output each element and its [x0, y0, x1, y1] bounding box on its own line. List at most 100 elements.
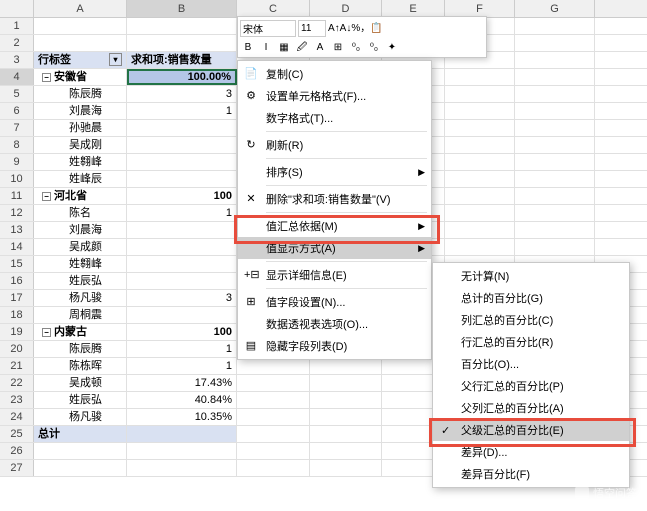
cell-empty[interactable]	[310, 409, 382, 425]
col-header-B[interactable]: B	[127, 0, 237, 17]
cell-empty[interactable]	[445, 205, 515, 221]
cell-b[interactable]: 40.84%	[127, 392, 237, 408]
cell-empty[interactable]	[515, 171, 595, 187]
toolbar-btn[interactable]: ▦	[276, 40, 292, 56]
row-header[interactable]: 9	[0, 154, 34, 170]
cell-a[interactable]	[34, 35, 127, 51]
cell-empty[interactable]	[445, 154, 515, 170]
cell-a[interactable]: 陈辰腾	[34, 341, 127, 357]
cell-empty[interactable]	[445, 188, 515, 204]
cell-b[interactable]: 100	[127, 324, 237, 340]
cell-empty[interactable]	[445, 103, 515, 119]
cell-empty[interactable]	[445, 120, 515, 136]
cell-empty[interactable]	[515, 205, 595, 221]
submenu-item[interactable]: 列汇总的百分比(C)	[433, 309, 629, 331]
cell-empty[interactable]	[237, 426, 310, 442]
cell-empty[interactable]	[310, 426, 382, 442]
cell-b[interactable]	[127, 273, 237, 289]
filter-dropdown-icon[interactable]: ▾	[109, 53, 122, 66]
menu-item[interactable]: 📄复制(C)	[238, 63, 431, 85]
cell-a[interactable]: 行标签▾	[34, 52, 127, 68]
row-header[interactable]: 8	[0, 137, 34, 153]
font-select[interactable]	[240, 20, 296, 37]
cell-a[interactable]: 杨凡骏	[34, 290, 127, 306]
row-header[interactable]: 25	[0, 426, 34, 442]
toolbar-btn[interactable]: 📋	[370, 23, 382, 34]
cell-b[interactable]	[127, 154, 237, 170]
cell-empty[interactable]	[445, 69, 515, 85]
cell-b[interactable]: 1	[127, 205, 237, 221]
cell-empty[interactable]	[515, 120, 595, 136]
submenu-item[interactable]: 父列汇总的百分比(A)	[433, 397, 629, 419]
cell-b[interactable]	[127, 426, 237, 442]
row-header[interactable]: 11	[0, 188, 34, 204]
cell-b[interactable]	[127, 171, 237, 187]
cell-a[interactable]: 吴成顿	[34, 375, 127, 391]
cell-b[interactable]: 100	[127, 188, 237, 204]
toolbar-btn[interactable]: 🖉	[294, 40, 310, 56]
cell-b[interactable]	[127, 120, 237, 136]
row-header[interactable]: 16	[0, 273, 34, 289]
submenu-item[interactable]: 差异百分比(F)	[433, 463, 629, 485]
cell-b[interactable]	[127, 137, 237, 153]
submenu-item[interactable]: 行汇总的百分比(R)	[433, 331, 629, 353]
toolbar-btn[interactable]: ⊞	[330, 40, 346, 56]
cell-empty[interactable]	[237, 443, 310, 459]
cell-empty[interactable]	[445, 137, 515, 153]
row-header[interactable]: 18	[0, 307, 34, 323]
cell-a[interactable]: 陈栋晖	[34, 358, 127, 374]
cell-empty[interactable]	[515, 239, 595, 255]
submenu-item[interactable]: 总计的百分比(G)	[433, 287, 629, 309]
cell-b[interactable]: 3	[127, 290, 237, 306]
cell-a[interactable]: 陈名	[34, 205, 127, 221]
menu-item[interactable]: 数据透视表选项(O)...	[238, 313, 431, 335]
col-header-A[interactable]: A	[34, 0, 127, 17]
cell-empty[interactable]	[237, 409, 310, 425]
cell-a[interactable]: 周桐震	[34, 307, 127, 323]
cell-empty[interactable]	[515, 103, 595, 119]
menu-item[interactable]: ↻刷新(R)	[238, 134, 431, 156]
cell-empty[interactable]	[310, 460, 382, 476]
cell-a[interactable]: 刘晨海	[34, 103, 127, 119]
toolbar-btn[interactable]: ⁰₀	[348, 40, 364, 56]
cell-empty[interactable]	[445, 239, 515, 255]
cell-a[interactable]: 姓辰弘	[34, 392, 127, 408]
row-header[interactable]: 24	[0, 409, 34, 425]
cell-b[interactable]: 3	[127, 86, 237, 102]
cell-b[interactable]	[127, 222, 237, 238]
cell-empty[interactable]	[445, 86, 515, 102]
cell-a[interactable]	[34, 460, 127, 476]
cell-a[interactable]	[34, 18, 127, 34]
menu-item[interactable]: ▤隐藏字段列表(D)	[238, 335, 431, 357]
cell-b[interactable]: 1	[127, 103, 237, 119]
col-header-D[interactable]: D	[310, 0, 382, 17]
cell-empty[interactable]	[237, 460, 310, 476]
collapse-icon[interactable]: −	[42, 73, 51, 82]
row-header[interactable]: 10	[0, 171, 34, 187]
submenu-item[interactable]: 父行汇总的百分比(P)	[433, 375, 629, 397]
cell-empty[interactable]	[515, 188, 595, 204]
cell-a[interactable]: 吴成颜	[34, 239, 127, 255]
cell-empty[interactable]	[515, 222, 595, 238]
cell-empty[interactable]	[515, 18, 595, 34]
toolbar-btn[interactable]: A↓	[340, 23, 352, 34]
toolbar-btn[interactable]: A	[312, 40, 328, 56]
select-all-corner[interactable]	[0, 0, 34, 17]
row-header[interactable]: 2	[0, 35, 34, 51]
toolbar-btn[interactable]: %	[351, 23, 360, 34]
menu-item[interactable]: 值汇总依据(M)▶	[238, 215, 431, 237]
cell-a[interactable]: 杨凡骏	[34, 409, 127, 425]
cell-b[interactable]: 10.35%	[127, 409, 237, 425]
cell-empty[interactable]	[237, 358, 310, 374]
cell-a[interactable]: −河北省	[34, 188, 127, 204]
toolbar-btn[interactable]: B	[240, 40, 256, 56]
menu-item[interactable]: 值显示方式(A)▶	[238, 237, 431, 259]
collapse-icon[interactable]: −	[42, 328, 51, 337]
toolbar-btn[interactable]: A↑	[328, 23, 340, 34]
cell-a[interactable]: 姓峰辰	[34, 171, 127, 187]
toolbar-btn[interactable]: ⁰₀	[366, 40, 382, 56]
cell-empty[interactable]	[515, 52, 595, 68]
cell-empty[interactable]	[515, 137, 595, 153]
cell-b[interactable]: 100.00%	[127, 69, 237, 85]
toolbar-btn[interactable]: I	[258, 40, 274, 56]
